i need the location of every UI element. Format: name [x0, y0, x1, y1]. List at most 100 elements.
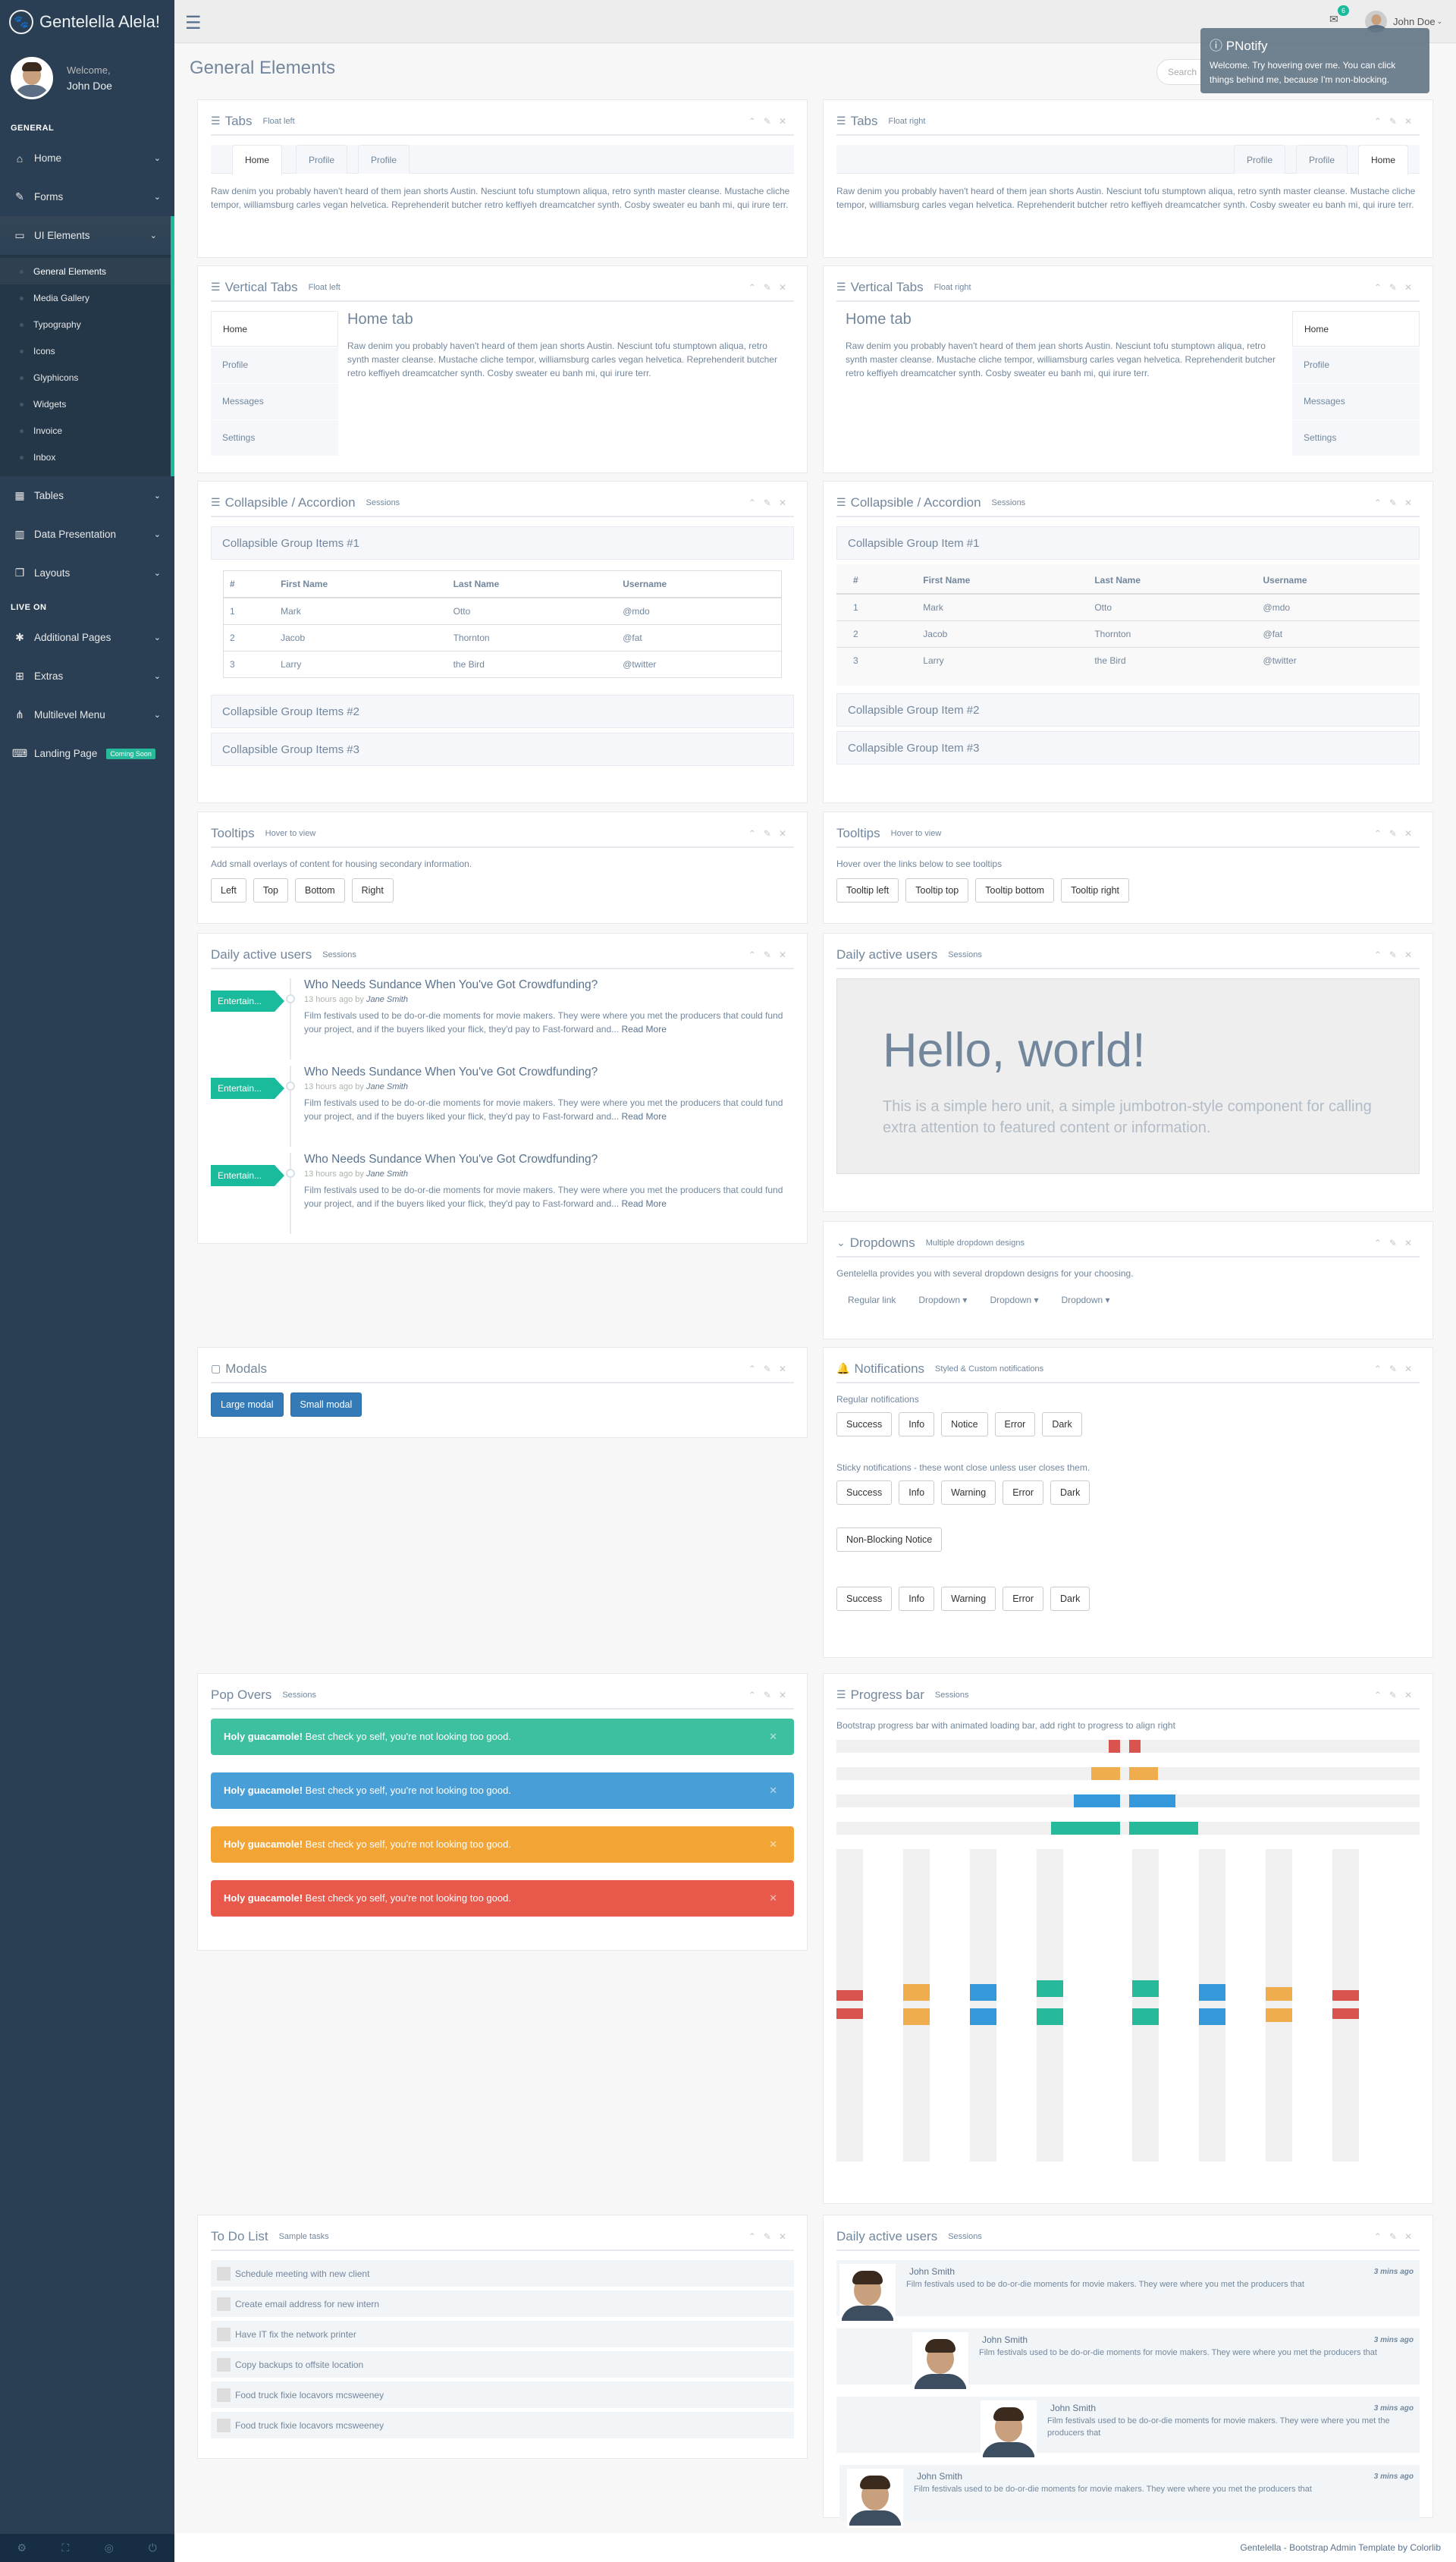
- list-item[interactable]: Schedule meeting with new client: [211, 2260, 794, 2287]
- panel-tools[interactable]: ⌃✎✕: [1374, 1690, 1420, 1700]
- vtab-messages[interactable]: Messages: [211, 384, 338, 419]
- message-item[interactable]: John Smith Film festivals used to be do-…: [839, 2465, 1420, 2528]
- message-author[interactable]: John Smith: [909, 2266, 955, 2277]
- sidebar-item-home[interactable]: ⌂ Home ⌄: [0, 139, 174, 177]
- submenu-media-gallery[interactable]: Media Gallery: [0, 284, 171, 311]
- panel-tools[interactable]: ⌃✎✕: [1374, 950, 1420, 960]
- tab-profile[interactable]: Profile: [1234, 145, 1286, 174]
- panel-tools[interactable]: ⌃✎✕: [1374, 116, 1420, 127]
- large-modal-button[interactable]: Large modal: [211, 1392, 284, 1417]
- vtab-settings[interactable]: Settings: [1292, 420, 1420, 456]
- message-author[interactable]: John Smith: [982, 2334, 1028, 2345]
- tooltip-bottom-button[interactable]: Tooltip bottom: [975, 878, 1055, 903]
- info-button[interactable]: Info: [899, 1412, 935, 1436]
- dropdown-toggle[interactable]: Dropdown ▾: [907, 1288, 978, 1312]
- dropdown-toggle[interactable]: Dropdown ▾: [978, 1288, 1050, 1312]
- panel-tools[interactable]: ⌃✎✕: [748, 950, 794, 960]
- message-author[interactable]: John Smith: [1050, 2403, 1096, 2413]
- vtab-profile[interactable]: Profile: [1292, 347, 1420, 383]
- panel-tools[interactable]: ⌃✎✕: [748, 1690, 794, 1700]
- success-button[interactable]: Success: [836, 1480, 893, 1505]
- success-button[interactable]: Success: [836, 1587, 893, 1611]
- panel-tools[interactable]: ⌃✎✕: [1374, 1238, 1420, 1248]
- accordion-group-1[interactable]: Collapsible Group Items #1: [211, 526, 794, 560]
- tab-profile[interactable]: Profile: [296, 145, 348, 174]
- sidebar-item-ui-elements[interactable]: ▭ UI Elements ⌄: [0, 216, 174, 255]
- vtab-messages[interactable]: Messages: [1292, 384, 1420, 419]
- error-button[interactable]: Error: [994, 1412, 1036, 1436]
- read-more-link[interactable]: Read More: [622, 1198, 667, 1209]
- read-more-link[interactable]: Read More: [622, 1024, 667, 1035]
- dark-button[interactable]: Dark: [1050, 1480, 1090, 1505]
- non-blocking-notice-button[interactable]: Non-Blocking Notice: [836, 1527, 943, 1552]
- small-modal-button[interactable]: Small modal: [290, 1392, 362, 1417]
- success-button[interactable]: Success: [836, 1412, 893, 1436]
- accordion-group-2[interactable]: Collapsible Group Items #2: [211, 695, 794, 728]
- list-item[interactable]: Food truck fixie locavors mcsweeney: [211, 2381, 794, 2408]
- timeline-author[interactable]: Jane Smith: [366, 1082, 408, 1091]
- checkbox[interactable]: [217, 2418, 231, 2432]
- list-item[interactable]: Copy backups to offsite location: [211, 2351, 794, 2378]
- panel-tools[interactable]: ⌃✎✕: [1374, 828, 1420, 839]
- warning-button[interactable]: Warning: [941, 1587, 996, 1611]
- warning-button[interactable]: Warning: [941, 1480, 996, 1505]
- read-more-link[interactable]: Read More: [622, 1111, 667, 1122]
- tooltip-right-button[interactable]: Right: [351, 878, 394, 903]
- message-item[interactable]: John Smith Film festivals used to be do-…: [836, 2260, 1420, 2323]
- regular-link[interactable]: Regular link: [836, 1288, 907, 1312]
- panel-tools[interactable]: ⌃✎✕: [748, 282, 794, 293]
- list-item[interactable]: Create email address for new intern: [211, 2290, 794, 2317]
- message-item[interactable]: John Smith Film festivals used to be do-…: [836, 2328, 1420, 2391]
- tab-home[interactable]: Home: [1358, 145, 1409, 175]
- panel-tools[interactable]: ⌃✎✕: [748, 498, 794, 508]
- vtab-profile[interactable]: Profile: [211, 347, 338, 383]
- sidebar-item-data-presentation[interactable]: ▥ Data Presentation ⌄: [0, 515, 174, 554]
- timeline-tag[interactable]: Entertain...: [211, 1078, 284, 1099]
- checkbox[interactable]: [217, 2297, 231, 2311]
- close-icon[interactable]: ✕: [769, 1772, 777, 1809]
- timeline-tag[interactable]: Entertain...: [211, 1165, 284, 1186]
- dark-button[interactable]: Dark: [1050, 1587, 1090, 1611]
- timeline-title[interactable]: Who Needs Sundance When You've Got Crowd…: [304, 978, 794, 992]
- lock-icon[interactable]: ◎: [87, 2534, 131, 2562]
- close-icon[interactable]: ✕: [769, 1719, 777, 1755]
- timeline-title[interactable]: Who Needs Sundance When You've Got Crowd…: [304, 1153, 794, 1166]
- vtab-home[interactable]: Home: [211, 311, 338, 347]
- tooltip-right-button[interactable]: Tooltip right: [1061, 878, 1130, 903]
- notice-button[interactable]: Notice: [941, 1412, 988, 1436]
- submenu-invoice[interactable]: Invoice: [0, 417, 171, 444]
- panel-tools[interactable]: ⌃✎✕: [748, 2231, 794, 2242]
- submenu-icons[interactable]: Icons: [0, 338, 171, 364]
- vtab-settings[interactable]: Settings: [211, 420, 338, 456]
- checkbox[interactable]: [217, 2266, 231, 2281]
- panel-tools[interactable]: ⌃✎✕: [1374, 498, 1420, 508]
- submenu-glyphicons[interactable]: Glyphicons: [0, 364, 171, 391]
- tooltip-bottom-button[interactable]: Bottom: [295, 878, 345, 903]
- search-input[interactable]: Search: [1156, 59, 1202, 85]
- submenu-widgets[interactable]: Widgets: [0, 391, 171, 417]
- sidebar-item-multilevel-menu[interactable]: ⋔ Multilevel Menu ⌄: [0, 695, 174, 734]
- sidebar-item-additional-pages[interactable]: ✱ Additional Pages ⌄: [0, 618, 174, 657]
- accordion-group-3[interactable]: Collapsible Group Item #3: [836, 731, 1420, 765]
- tab-home[interactable]: Home: [232, 145, 283, 175]
- tooltip-top-button[interactable]: Top: [253, 878, 289, 903]
- timeline-author[interactable]: Jane Smith: [366, 995, 408, 1004]
- menu-toggle-icon[interactable]: ☰: [185, 12, 202, 34]
- panel-tools[interactable]: ⌃✎✕: [748, 1364, 794, 1374]
- list-item[interactable]: Have IT fix the network printer: [211, 2321, 794, 2347]
- panel-tools[interactable]: ⌃✎✕: [748, 828, 794, 839]
- vtab-home[interactable]: Home: [1292, 311, 1420, 347]
- tooltip-left-button[interactable]: Left: [211, 878, 246, 903]
- envelope-icon[interactable]: ✉: [1329, 13, 1338, 26]
- timeline-tag[interactable]: Entertain...: [211, 991, 284, 1012]
- accordion-group-3[interactable]: Collapsible Group Items #3: [211, 733, 794, 766]
- message-author[interactable]: John Smith: [917, 2471, 962, 2482]
- power-icon[interactable]: ⏻: [131, 2534, 175, 2562]
- footer-link[interactable]: Colorlib: [1410, 2542, 1441, 2553]
- settings-icon[interactable]: ⚙: [0, 2534, 44, 2562]
- panel-tools[interactable]: ⌃✎✕: [1374, 2231, 1420, 2242]
- accordion-group-2[interactable]: Collapsible Group Item #2: [836, 693, 1420, 727]
- sidebar-item-layouts[interactable]: ❐ Layouts ⌄: [0, 554, 174, 592]
- timeline-title[interactable]: Who Needs Sundance When You've Got Crowd…: [304, 1066, 794, 1079]
- sidebar-item-landing-page[interactable]: ⌨ Landing Page Coming Soon: [0, 734, 174, 773]
